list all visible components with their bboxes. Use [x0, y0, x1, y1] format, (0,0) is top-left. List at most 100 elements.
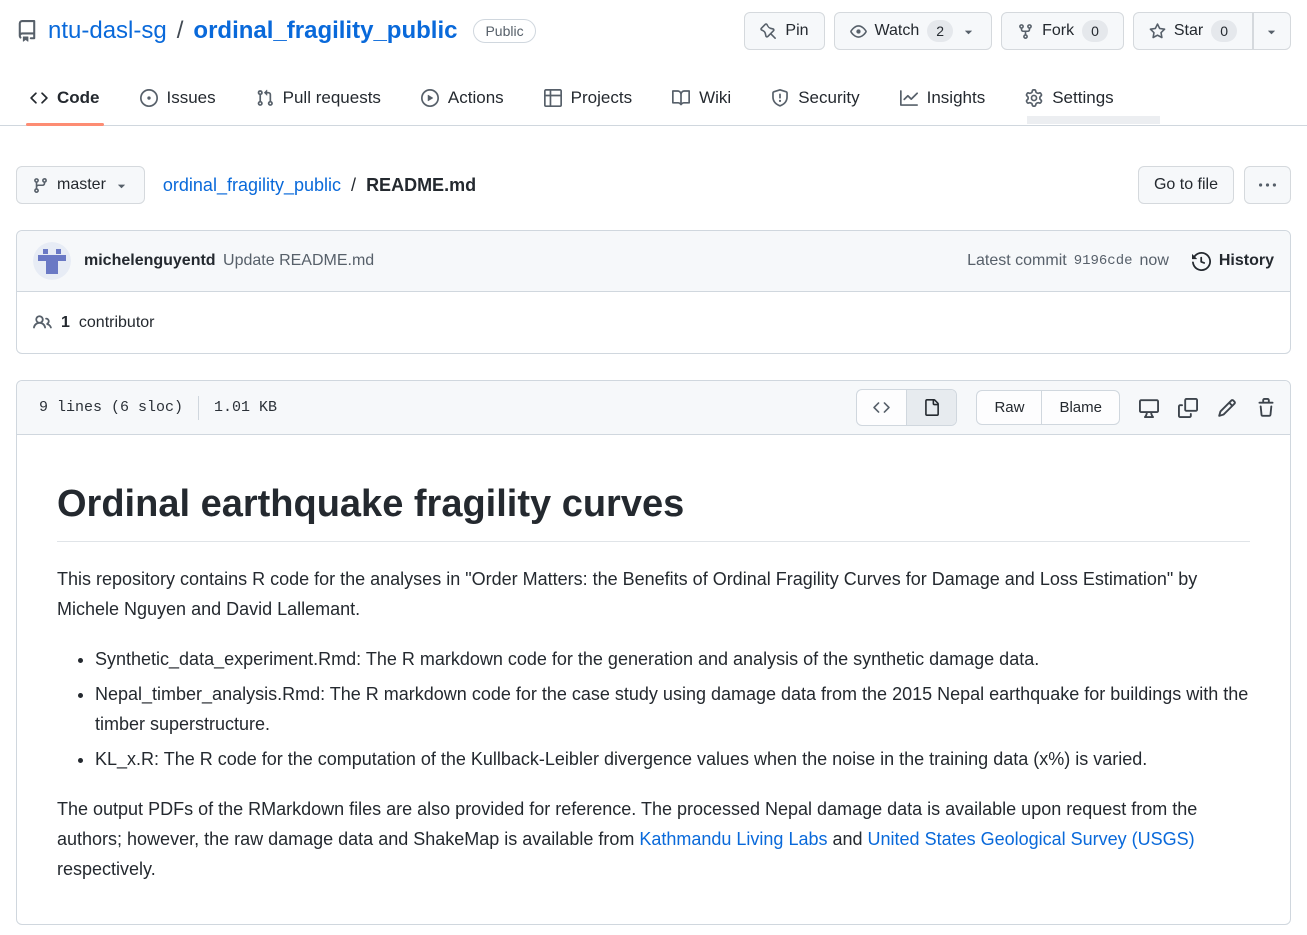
contributors-row[interactable]: 1 contributor	[17, 292, 1290, 353]
fork-icon	[1017, 23, 1034, 40]
tab-insights-label: Insights	[927, 88, 986, 108]
kebab-horizontal-icon	[1259, 177, 1276, 194]
branch-name-label: master	[57, 176, 106, 194]
chevron-down-icon	[961, 24, 976, 39]
kathmandu-living-labs-link[interactable]: Kathmandu Living Labs	[639, 829, 827, 849]
github-repo-page: ntu-dasl-sg / ordinal_fragility_public P…	[0, 0, 1307, 925]
tab-pull-requests[interactable]: Pull requests	[242, 78, 395, 125]
tab-wiki-label: Wiki	[699, 88, 731, 108]
pin-icon	[760, 23, 777, 40]
delete-button[interactable]	[1256, 398, 1276, 418]
people-icon	[33, 313, 52, 332]
pin-button-label: Pin	[785, 22, 808, 40]
copy-button[interactable]	[1178, 398, 1198, 418]
commit-summary: michelenguyentd Update README.md	[84, 252, 374, 270]
breadcrumb: ordinal_fragility_public / README.md	[163, 175, 1138, 196]
nav-scrollbar-thumb[interactable]	[1027, 116, 1160, 124]
branch-selector-button[interactable]: master	[16, 166, 145, 204]
tab-security-label: Security	[798, 88, 859, 108]
view-toggle-group	[856, 389, 957, 426]
repo-header: ntu-dasl-sg / ordinal_fragility_public P…	[0, 0, 1307, 50]
git-branch-icon	[32, 177, 49, 194]
fork-button-label: Fork	[1042, 22, 1074, 40]
file-nav-actions: Go to file	[1138, 166, 1291, 204]
avatar[interactable]	[33, 242, 71, 280]
commit-sha-link[interactable]: 9196cde	[1074, 253, 1133, 269]
star-count-badge: 0	[1211, 20, 1237, 42]
file-info: 9 lines (6 sloc) 1.01 KB	[39, 396, 277, 420]
play-icon	[421, 89, 439, 107]
file-nav-row: master ordinal_fragility_public / README…	[0, 166, 1307, 204]
chevron-down-icon	[1264, 24, 1279, 39]
watch-count-badge: 2	[927, 20, 953, 42]
breadcrumb-repo-link[interactable]: ordinal_fragility_public	[163, 175, 341, 195]
commit-message-link[interactable]: Update README.md	[223, 252, 374, 269]
git-pull-request-icon	[256, 89, 274, 107]
tab-wiki[interactable]: Wiki	[658, 78, 745, 125]
blame-button[interactable]: Blame	[1041, 391, 1119, 424]
graph-icon	[900, 89, 918, 107]
issue-opened-icon	[140, 89, 158, 107]
raw-button[interactable]: Raw	[977, 391, 1041, 424]
tab-issues-label: Issues	[167, 88, 216, 108]
readme-file-box: 9 lines (6 sloc) 1.01 KB Raw Blame	[16, 380, 1291, 925]
star-button[interactable]: Star 0	[1133, 12, 1253, 50]
tab-settings-label: Settings	[1052, 88, 1113, 108]
more-options-button[interactable]	[1244, 166, 1291, 204]
outro-text: respectively.	[57, 859, 156, 879]
file-size: 1.01 KB	[214, 399, 277, 416]
history-link[interactable]: History	[1192, 252, 1274, 271]
watch-button[interactable]: Watch 2	[834, 12, 993, 50]
code-icon	[30, 89, 48, 107]
pencil-icon	[1217, 398, 1237, 418]
fork-button[interactable]: Fork 0	[1001, 12, 1124, 50]
star-dropdown-button[interactable]	[1253, 12, 1291, 50]
table-icon	[544, 89, 562, 107]
contributor-count: 1	[61, 314, 70, 332]
readme-outro-paragraph: The output PDFs of the RMarkdown files a…	[57, 794, 1250, 884]
latest-commit-label: Latest commit	[967, 252, 1067, 270]
star-button-group: Star 0	[1133, 12, 1291, 50]
copy-icon	[1178, 398, 1198, 418]
tab-projects-label: Projects	[571, 88, 632, 108]
file-icon	[923, 399, 940, 416]
commit-time: now	[1140, 252, 1169, 270]
chevron-down-icon	[114, 178, 129, 193]
readme-title: Ordinal earthquake fragility curves	[57, 481, 1250, 542]
device-desktop-icon	[1139, 398, 1159, 418]
trash-icon	[1256, 398, 1276, 418]
visibility-badge: Public	[473, 19, 535, 43]
source-view-button[interactable]	[857, 390, 906, 425]
commit-author-link[interactable]: michelenguyentd	[84, 252, 216, 269]
tab-code[interactable]: Code	[16, 78, 114, 125]
usgs-link[interactable]: United States Geological Survey (USGS)	[868, 829, 1195, 849]
pin-button[interactable]: Pin	[744, 12, 824, 50]
readme-intro-paragraph: This repository contains R code for the …	[57, 564, 1250, 624]
repo-title-separator: /	[177, 17, 184, 45]
breadcrumb-separator: /	[351, 175, 356, 195]
code-icon	[873, 399, 890, 416]
file-header-bar: 9 lines (6 sloc) 1.01 KB Raw Blame	[17, 381, 1290, 435]
contributor-label: contributor	[79, 314, 155, 332]
repo-name-link[interactable]: ordinal_fragility_public	[193, 17, 457, 45]
raw-blame-group: Raw Blame	[976, 390, 1120, 425]
tab-insights[interactable]: Insights	[886, 78, 1000, 125]
tab-issues[interactable]: Issues	[126, 78, 230, 125]
go-to-file-button[interactable]: Go to file	[1138, 166, 1234, 204]
repo-owner-link[interactable]: ntu-dasl-sg	[48, 17, 167, 45]
latest-commit-bar: michelenguyentd Update README.md Latest …	[17, 231, 1290, 292]
rendered-view-button[interactable]	[906, 390, 956, 425]
commit-box: michelenguyentd Update README.md Latest …	[16, 230, 1291, 354]
tab-security[interactable]: Security	[757, 78, 873, 125]
tab-actions[interactable]: Actions	[407, 78, 518, 125]
outro-text: and	[827, 829, 867, 849]
history-label: History	[1219, 252, 1274, 270]
repo-actions: Pin Watch 2 Fork 0 Star 0	[744, 12, 1291, 50]
eye-icon	[850, 23, 867, 40]
commit-meta: Latest commit 9196cde now History	[967, 252, 1274, 271]
display-button[interactable]	[1139, 398, 1159, 418]
edit-button[interactable]	[1217, 398, 1237, 418]
tab-projects[interactable]: Projects	[530, 78, 646, 125]
shield-icon	[771, 89, 789, 107]
gear-icon	[1025, 89, 1043, 107]
